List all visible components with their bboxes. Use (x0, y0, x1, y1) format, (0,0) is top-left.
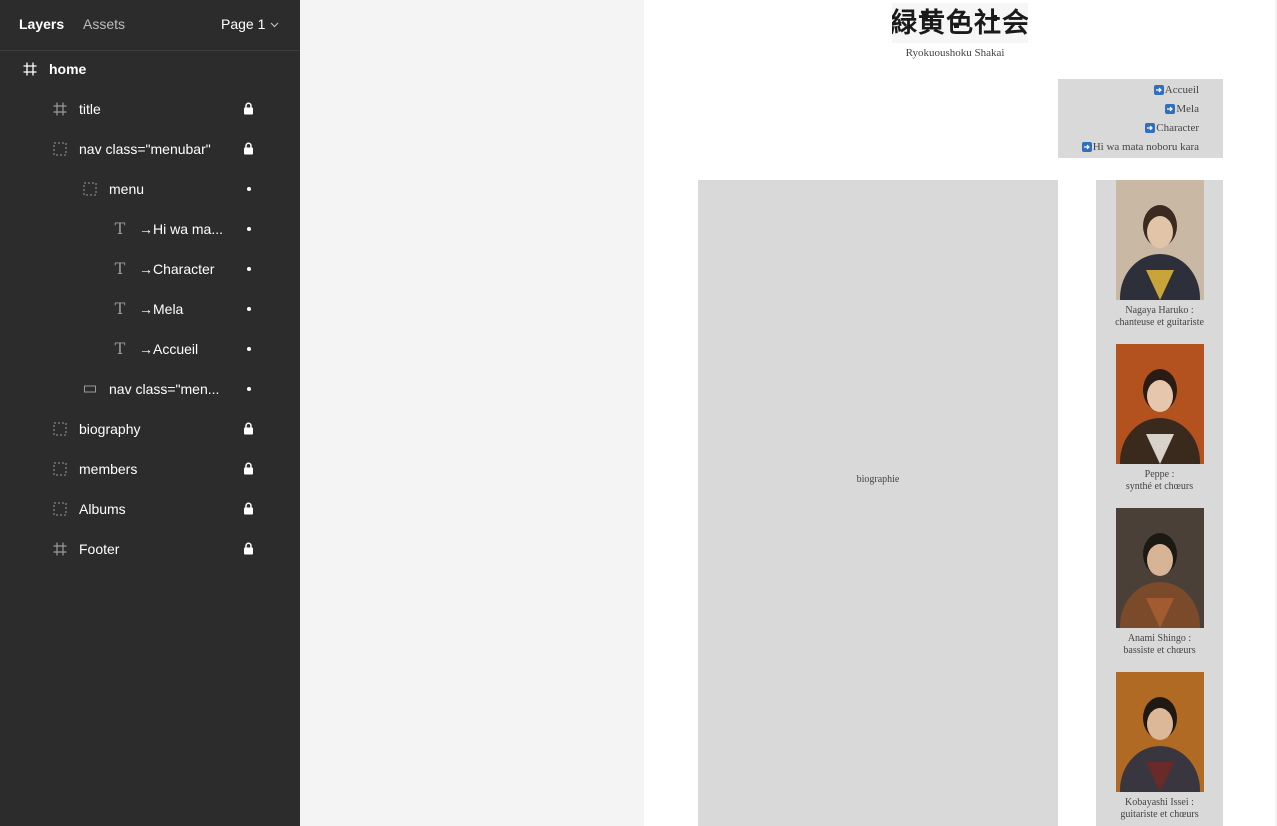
biography-block[interactable]: biographie (698, 180, 1058, 826)
member-name: Kobayashi Issei : (1125, 797, 1194, 808)
group-icon (82, 181, 98, 197)
visibility-dot-icon[interactable] (247, 387, 251, 391)
lock-icon[interactable] (243, 422, 254, 438)
menu-item-label: Accueil (1164, 84, 1199, 96)
lock-icon[interactable] (243, 142, 254, 158)
group-icon (52, 461, 68, 477)
text-icon: T (114, 339, 126, 358)
group-icon (52, 141, 68, 157)
lock-icon[interactable] (243, 462, 254, 478)
menu-item-label: Mela (1176, 103, 1199, 115)
visibility-dot-icon[interactable] (247, 227, 251, 231)
visibility-dot-icon[interactable] (247, 307, 251, 311)
chevron-down-icon (270, 22, 279, 28)
member-caption: Kobayashi Issei : guitariste et chœurs (1096, 797, 1223, 821)
text-icon: T (114, 259, 126, 278)
arrow-right-icon (1153, 85, 1164, 95)
layer-label: members (79, 461, 138, 477)
visibility-dot-icon[interactable] (247, 347, 251, 351)
member-role: guitariste et chœurs (1120, 809, 1199, 820)
menu-item-label: Character (1156, 122, 1199, 134)
site-subtitle: Ryokuoushoku Shakai (905, 47, 1005, 59)
layer-label: biography (79, 421, 141, 437)
visibility-dot-icon[interactable] (247, 267, 251, 271)
layer-label: →Mela (139, 301, 184, 317)
layer-label: nav class="menubar" (79, 141, 211, 157)
layer-label: nav class="men... (109, 381, 220, 397)
lock-icon[interactable] (243, 102, 254, 118)
lock-icon[interactable] (243, 502, 254, 518)
logo-text: 緑黄色社会 (892, 7, 1028, 39)
arrow-right-icon (1145, 123, 1156, 133)
tab-layers[interactable]: Layers (19, 16, 64, 32)
layer-row[interactable]: home (0, 49, 300, 89)
member-caption: Peppe : synthé et chœurs (1096, 469, 1223, 493)
member-photo (1116, 672, 1204, 792)
member-photo (1116, 508, 1204, 628)
layer-row[interactable]: T →Character (0, 249, 300, 289)
layer-label: →Accueil (139, 341, 199, 357)
layer-row[interactable]: T →Accueil (0, 329, 300, 369)
biography-label: biographie (856, 474, 900, 485)
menu-item[interactable]: Mela (1165, 103, 1199, 115)
group-icon (52, 501, 68, 517)
text-icon: T (114, 299, 126, 318)
member-name: Nagaya Haruko : (1125, 305, 1194, 316)
menu-item[interactable]: Hi wa mata noboru kara (1081, 141, 1199, 153)
member-role: synthé et chœurs (1125, 481, 1194, 492)
members-block[interactable]: Nagaya Haruko : chanteuse et guitariste Pe… (1096, 180, 1223, 826)
layer-row[interactable]: nav class="menubar" (0, 129, 300, 169)
rectangle-icon (82, 381, 98, 397)
layer-label: →Hi wa ma... (139, 221, 224, 237)
page-selector[interactable]: Page 1 (221, 16, 279, 32)
member-caption: Nagaya Haruko : chanteuse et guitariste (1096, 305, 1223, 329)
layer-row[interactable]: Footer (0, 529, 300, 569)
visibility-dot-icon[interactable] (247, 187, 251, 191)
menu-item[interactable]: Character (1145, 122, 1199, 134)
menu-item-label: Hi wa mata noboru kara (1092, 141, 1199, 153)
menubar-nav[interactable]: Accueil Mela Character Hi wa mata noboru ka… (1058, 79, 1223, 158)
layers-panel: Layers Assets Page 1 home title nav class=… (0, 0, 300, 826)
layer-row[interactable]: T →Mela (0, 289, 300, 329)
layer-row[interactable]: T →Hi wa ma... (0, 209, 300, 249)
member-role: bassiste et chœurs (1123, 645, 1196, 656)
layer-row[interactable]: title (0, 89, 300, 129)
layer-row[interactable]: nav class="men... (0, 369, 300, 409)
lock-icon[interactable] (243, 542, 254, 558)
menu-item[interactable]: Accueil (1153, 84, 1199, 96)
member-name: Peppe : (1144, 469, 1175, 480)
member-photo (1116, 180, 1204, 300)
logo-graphic: 緑黄色社会 (890, 3, 1029, 43)
group-icon (52, 421, 68, 437)
panel-header: Layers Assets Page 1 (0, 0, 300, 51)
arrow-right-icon (1165, 104, 1176, 114)
layer-row[interactable]: biography (0, 409, 300, 449)
layer-label: Footer (79, 541, 120, 557)
layer-label: title (79, 101, 101, 117)
page-selector-label: Page 1 (221, 16, 266, 32)
text-icon: T (114, 219, 126, 238)
layer-row[interactable]: members (0, 449, 300, 489)
member-caption: Anami Shingo : bassiste et chœurs (1096, 633, 1223, 657)
site-logo[interactable]: 緑黄色社会 (890, 3, 1029, 43)
arrow-right-icon (1081, 142, 1092, 152)
layer-label: →Character (139, 261, 215, 277)
member-name: Anami Shingo : (1127, 633, 1192, 644)
layer-row[interactable]: Albums (0, 489, 300, 529)
layer-label: Albums (79, 501, 126, 517)
frame-icon (22, 61, 38, 77)
member-role: chanteuse et guitariste (1115, 317, 1204, 328)
tab-assets[interactable]: Assets (83, 16, 125, 32)
layer-row[interactable]: menu (0, 169, 300, 209)
member-photo (1116, 344, 1204, 464)
layer-label: home (49, 61, 87, 77)
frame-icon (52, 541, 68, 557)
frame-icon (52, 101, 68, 117)
layer-label: menu (109, 181, 145, 197)
